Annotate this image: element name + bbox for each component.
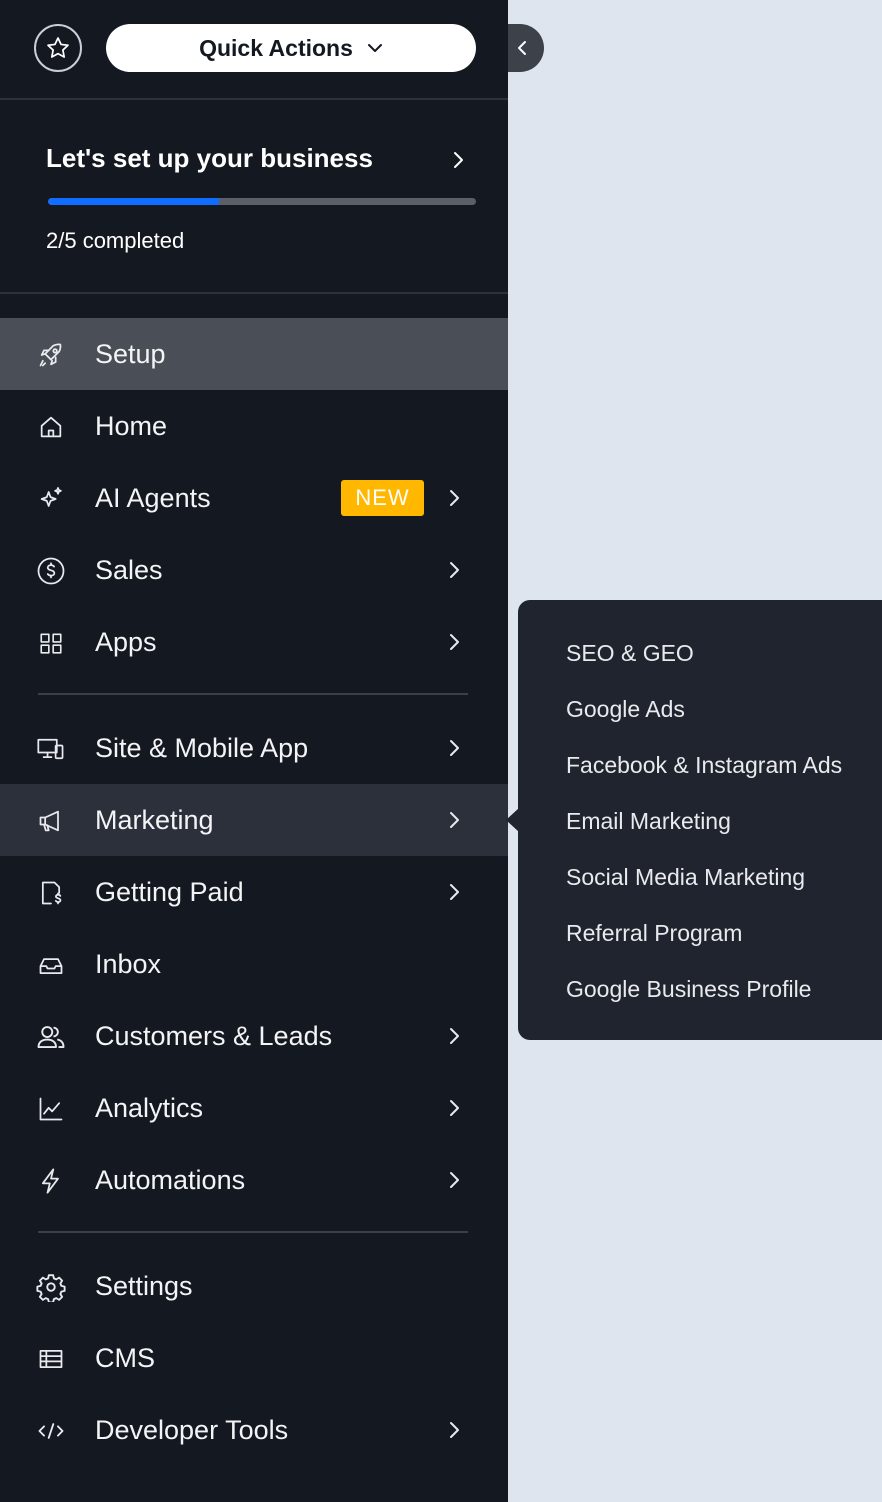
nav-divider [38, 693, 468, 695]
inbox-tray-icon [36, 950, 66, 980]
setup-progress-fill [48, 198, 220, 205]
chevron-right-icon [444, 630, 464, 654]
nav-label-apps: Apps [95, 626, 157, 657]
megaphone-icon [36, 806, 66, 836]
nav-item-getting-paid[interactable]: Getting Paid [0, 856, 508, 928]
nav-divider [38, 1231, 468, 1233]
setup-card-divider [0, 292, 508, 294]
gear-icon [36, 1272, 66, 1302]
nav-item-developer-tools[interactable]: Developer Tools [0, 1394, 508, 1466]
nav-item-automations[interactable]: Automations [0, 1144, 508, 1216]
nav-item-analytics[interactable]: Analytics [0, 1072, 508, 1144]
nav-label-cms: CMS [95, 1342, 155, 1373]
setup-card-title: Let's set up your business [46, 143, 373, 173]
chevron-right-icon [444, 558, 464, 582]
code-icon [36, 1416, 66, 1446]
nav-label-home: Home [95, 410, 168, 441]
chevron-right-icon [444, 1168, 464, 1192]
chevron-down-icon [367, 42, 383, 54]
lightning-bolt-icon [36, 1166, 66, 1196]
nav-label-ai-agents: AI Agents [95, 482, 211, 513]
marketing-submenu: SEO & GEO Google Ads Facebook & Instagra… [518, 600, 882, 1040]
nav-item-settings[interactable]: Settings [0, 1250, 508, 1322]
nav-label-automations: Automations [95, 1164, 246, 1195]
chevron-right-icon [444, 808, 464, 832]
nav-label-setup: Setup [95, 338, 166, 369]
submenu-item-social-media-marketing[interactable]: Social Media Marketing [566, 864, 805, 891]
nav-label-site-mobile-app: Site & Mobile App [95, 732, 309, 763]
submenu-item-seo-geo[interactable]: SEO & GEO [566, 640, 694, 667]
quick-actions-button[interactable]: Quick Actions [106, 24, 476, 72]
chevron-right-icon [444, 1096, 464, 1120]
line-chart-icon [36, 1094, 66, 1124]
submenu-item-email-marketing[interactable]: Email Marketing [566, 808, 731, 835]
nav-item-apps[interactable]: Apps [0, 606, 508, 678]
quick-actions-label: Quick Actions [199, 34, 353, 61]
rocket-icon [36, 340, 66, 370]
dollar-circle-icon [36, 556, 66, 586]
nav-label-getting-paid: Getting Paid [95, 876, 244, 907]
chevron-right-icon [444, 486, 464, 510]
nav-label-marketing: Marketing [95, 804, 214, 835]
home-icon [36, 412, 66, 442]
chevron-right-icon [444, 1418, 464, 1442]
devices-icon [36, 734, 66, 764]
chevron-right-icon [444, 1024, 464, 1048]
chevron-right-icon [444, 880, 464, 904]
nav-item-customers-leads[interactable]: Customers & Leads [0, 1000, 508, 1072]
nav-label-sales: Sales [95, 554, 163, 585]
chevron-right-icon [448, 148, 468, 172]
header-divider [0, 98, 508, 100]
nav-item-setup[interactable]: Setup [0, 318, 508, 390]
setup-progress-bar [48, 198, 476, 205]
nav-item-sales[interactable]: Sales [0, 534, 508, 606]
sparkle-icon [36, 484, 66, 514]
people-icon [36, 1022, 66, 1052]
nav-label-inbox: Inbox [95, 948, 162, 979]
submenu-item-google-ads[interactable]: Google Ads [566, 696, 685, 723]
sidebar: Quick Actions Let's set up your business… [0, 0, 508, 1502]
apps-grid-icon [36, 628, 66, 658]
submenu-item-facebook-instagram-ads[interactable]: Facebook & Instagram Ads [566, 752, 842, 779]
collapse-sidebar-button[interactable] [508, 24, 544, 72]
chevron-left-icon [514, 38, 530, 58]
new-badge: NEW [341, 480, 424, 516]
nav-label-analytics: Analytics [95, 1092, 204, 1123]
nav-label-developer-tools: Developer Tools [95, 1414, 289, 1445]
star-icon [45, 35, 71, 61]
nav-item-inbox[interactable]: Inbox [0, 928, 508, 1000]
nav-item-cms[interactable]: CMS [0, 1322, 508, 1394]
chevron-right-icon [444, 736, 464, 760]
nav-item-marketing[interactable]: Marketing [0, 784, 508, 856]
submenu-item-referral-program[interactable]: Referral Program [566, 920, 742, 947]
setup-progress-text: 2/5 completed [46, 228, 185, 253]
nav-label-customers-leads: Customers & Leads [95, 1020, 333, 1051]
submenu-item-google-business-profile[interactable]: Google Business Profile [566, 976, 811, 1003]
invoice-dollar-icon [36, 878, 66, 908]
nav-item-site-mobile-app[interactable]: Site & Mobile App [0, 712, 508, 784]
favorites-button[interactable] [34, 24, 82, 72]
table-icon [36, 1344, 66, 1374]
nav-label-settings: Settings [95, 1270, 193, 1301]
nav-item-ai-agents[interactable]: AI Agents NEW [0, 462, 508, 534]
nav-item-home[interactable]: Home [0, 390, 508, 462]
